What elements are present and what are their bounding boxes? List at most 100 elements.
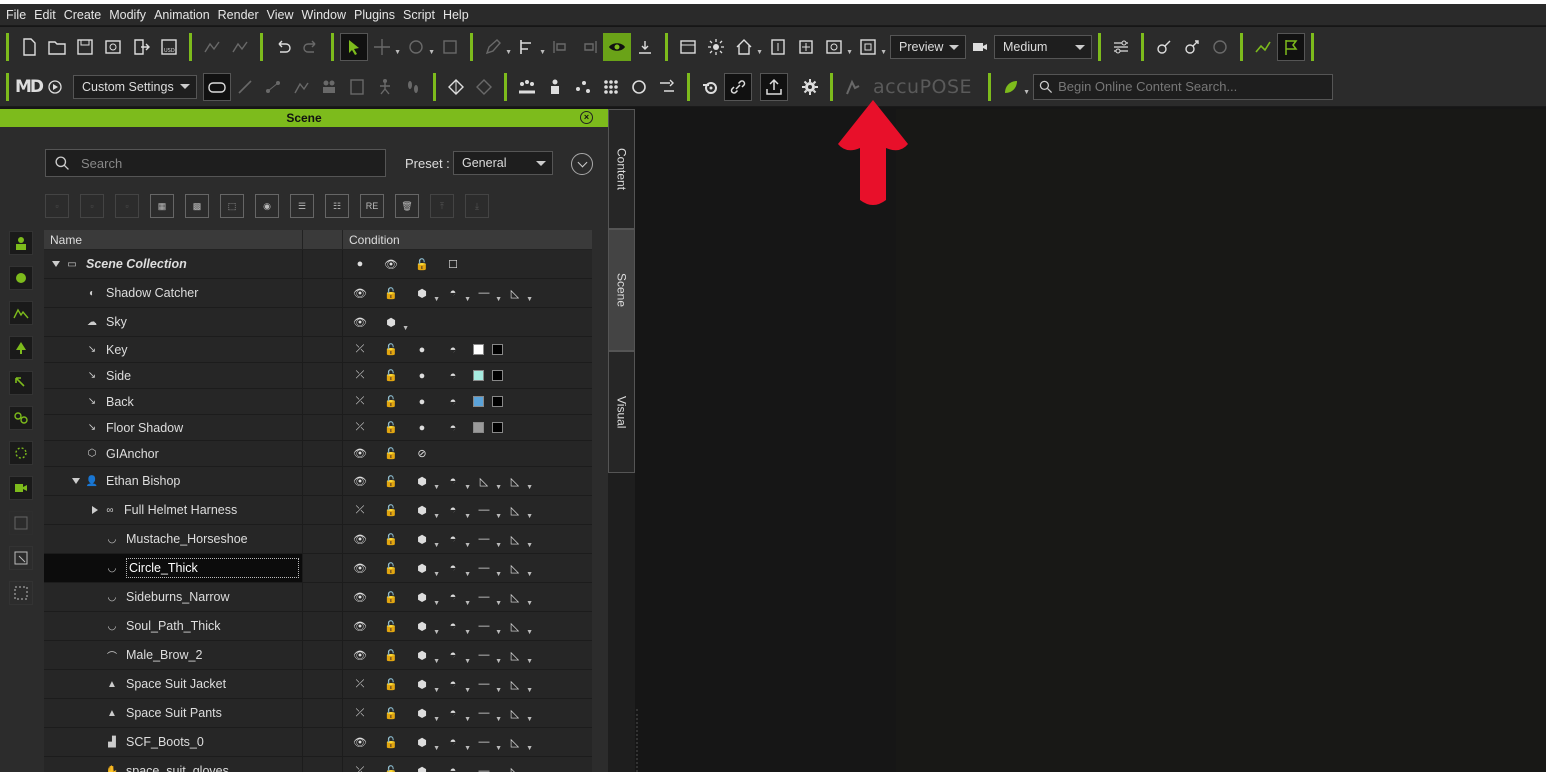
filter-particle-button[interactable] — [9, 441, 33, 465]
camera-view-button[interactable]: ▼ — [820, 33, 853, 61]
collapse-button[interactable]: ▦ — [150, 194, 174, 218]
light-color-swatch[interactable] — [473, 422, 484, 433]
preferences-button[interactable] — [1107, 33, 1135, 61]
cube-icon[interactable]: ⬢▼ — [411, 676, 440, 695]
preset-dropdown[interactable]: General — [453, 151, 553, 175]
lock-icon[interactable]: 🔓 — [380, 647, 402, 663]
dot-icon[interactable]: ● — [411, 368, 433, 384]
project-button[interactable] — [99, 33, 127, 61]
eye-icon[interactable]: 👁 — [349, 473, 371, 489]
lock-icon[interactable]: 🔓 — [380, 676, 402, 692]
delete-button[interactable]: 🗑 — [395, 194, 419, 218]
row-name-cell[interactable]: ⌒ Male_Brow_2 — [44, 641, 303, 669]
tab-content[interactable]: Content — [608, 109, 635, 229]
cube-icon[interactable]: ⬢▼ — [380, 314, 409, 333]
filter-camera-button[interactable] — [9, 476, 33, 500]
lock-icon[interactable]: 🔓 — [380, 446, 402, 462]
lock-icon[interactable]: 🔓 — [411, 256, 433, 272]
cube-icon[interactable]: ⬢▼ — [411, 502, 440, 521]
line-icon[interactable]: —▼ — [473, 647, 503, 665]
pose-icon[interactable]: ◺▼ — [504, 560, 533, 579]
puppet-tool-6[interactable] — [371, 73, 399, 101]
crowd-button[interactable] — [513, 73, 541, 101]
bone-icon[interactable]: ◺ ▼ — [473, 473, 502, 492]
undo-button[interactable] — [269, 33, 297, 61]
lock-icon[interactable]: 🔓 — [380, 342, 402, 358]
ik-tool-button[interactable] — [1150, 33, 1178, 61]
menu-window[interactable]: Window — [298, 4, 350, 26]
scene-search-input[interactable] — [81, 155, 361, 171]
lock-icon[interactable]: 🔓 — [380, 589, 402, 605]
pose-icon[interactable]: ◺▼ — [504, 618, 533, 637]
material-icon[interactable]: ◓▼ — [442, 589, 471, 607]
eye-icon[interactable]: 👁 — [349, 647, 371, 663]
eye-icon[interactable]: 👁 — [349, 446, 371, 462]
motion-tool-1[interactable] — [198, 33, 226, 61]
puppet-tool-3[interactable] — [287, 73, 315, 101]
row-name-cell[interactable]: ◡ Soul_Path_Thick — [44, 612, 303, 640]
column-condition[interactable]: Condition — [343, 230, 592, 250]
line-icon[interactable]: —▼ — [473, 589, 503, 607]
grid-button[interactable] — [597, 73, 625, 101]
viewport-splitter[interactable] — [636, 709, 639, 772]
group-tool-button[interactable] — [1206, 33, 1234, 61]
gamepad-button[interactable] — [203, 72, 231, 101]
menu-edit[interactable]: Edit — [30, 4, 60, 26]
lock-icon[interactable]: 🔓 — [380, 531, 402, 547]
lock-icon[interactable]: 🔓 — [380, 285, 402, 301]
line-icon[interactable]: —▼ — [473, 705, 503, 723]
cube-icon[interactable]: ⬢▼ — [411, 647, 440, 666]
tab-scene[interactable]: Scene — [608, 229, 635, 351]
visibility-toggle-button[interactable] — [603, 33, 631, 61]
character-group-button[interactable] — [541, 73, 569, 101]
material-icon[interactable]: ◓▼ — [442, 705, 471, 723]
table-row[interactable]: ↘ Key ⤫ 🔓 ● ◓ — [44, 337, 592, 363]
line-icon[interactable]: —▼ — [473, 676, 503, 694]
camera-button[interactable] — [966, 33, 994, 61]
dot-icon[interactable]: ● — [411, 420, 433, 436]
menu-animation[interactable]: Animation — [150, 4, 214, 26]
eye-closed-icon[interactable]: ⤫ — [349, 420, 371, 436]
lock-icon[interactable]: 🔓 — [380, 705, 402, 721]
pose-icon[interactable]: ◺▼ — [504, 705, 533, 724]
material-icon[interactable]: ◓▼ — [442, 734, 471, 752]
table-row[interactable]: ⌒ Male_Brow_2 👁 🔓 ⬢ ▼ ◓ ▼ — ▼ ◺ ▼ — [44, 641, 592, 670]
eye-icon[interactable]: 👁 — [380, 256, 402, 272]
table-row[interactable]: ✋ space_suit_gloves ⤫ 🔓 ⬢▼ ◓▼ —▼ ◺▼ — [44, 757, 592, 772]
row-name-cell[interactable]: ☁ Sky — [44, 308, 303, 336]
pose-icon[interactable]: ◺▼ — [504, 647, 533, 666]
pose-icon[interactable]: ◺▼ — [504, 676, 533, 695]
shadow-color-swatch[interactable] — [492, 370, 503, 381]
line-icon[interactable]: —▼ — [473, 285, 503, 303]
material-icon[interactable]: ◓▼ — [442, 560, 471, 578]
table-row[interactable]: ▲ Space Suit Jacket ⤫ 🔓 ⬢ ▼ ◓ ▼ — ▼ ◺ ▼ — [44, 670, 592, 699]
loop-button[interactable] — [625, 73, 653, 101]
align-left-button[interactable] — [547, 33, 575, 61]
usd-export-button[interactable]: USD — [155, 33, 183, 61]
table-row[interactable]: ☁ Sky 👁 ⬢ ▼ — [44, 308, 592, 337]
eye-closed-icon[interactable]: ⤫ — [349, 502, 371, 518]
close-icon[interactable]: × — [580, 111, 593, 124]
row-name-cell[interactable]: ↘ Floor Shadow — [44, 415, 303, 440]
menu-modify[interactable]: Modify — [105, 4, 150, 26]
pose-icon[interactable]: ◺▼ — [504, 531, 533, 550]
table-row[interactable]: ◡ Mustache_Horseshoe 👁 🔓 ⬢ ▼ ◓ ▼ — ▼ ◺ ▼ — [44, 525, 592, 554]
menu-plugins[interactable]: Plugins — [350, 4, 399, 26]
pose-icon[interactable]: ◺▼ — [504, 763, 526, 772]
smart-content-button[interactable]: ▼ — [997, 73, 1030, 101]
cube-icon[interactable]: ⬢▼ — [411, 734, 440, 753]
frame-button[interactable]: ▼ — [854, 33, 887, 61]
select-all-button[interactable]: ⬚ — [220, 194, 244, 218]
quality-dropdown[interactable]: Medium — [994, 35, 1092, 59]
filter-light-button[interactable] — [9, 371, 33, 395]
material-icon[interactable]: ◓▼ — [442, 502, 471, 520]
collapse-triangle-icon[interactable] — [72, 478, 80, 484]
align-tool-button[interactable]: ▼ — [513, 33, 546, 61]
lock-icon[interactable]: 🔓 — [380, 420, 402, 436]
eye-closed-icon[interactable]: ⤫ — [349, 763, 371, 772]
menu-file[interactable]: File — [2, 4, 30, 26]
align-right-button[interactable] — [575, 33, 603, 61]
eye-icon[interactable]: 👁 — [349, 531, 371, 547]
filter-pick-button[interactable] — [9, 546, 33, 570]
detail-view-button[interactable]: ☷ — [325, 194, 349, 218]
